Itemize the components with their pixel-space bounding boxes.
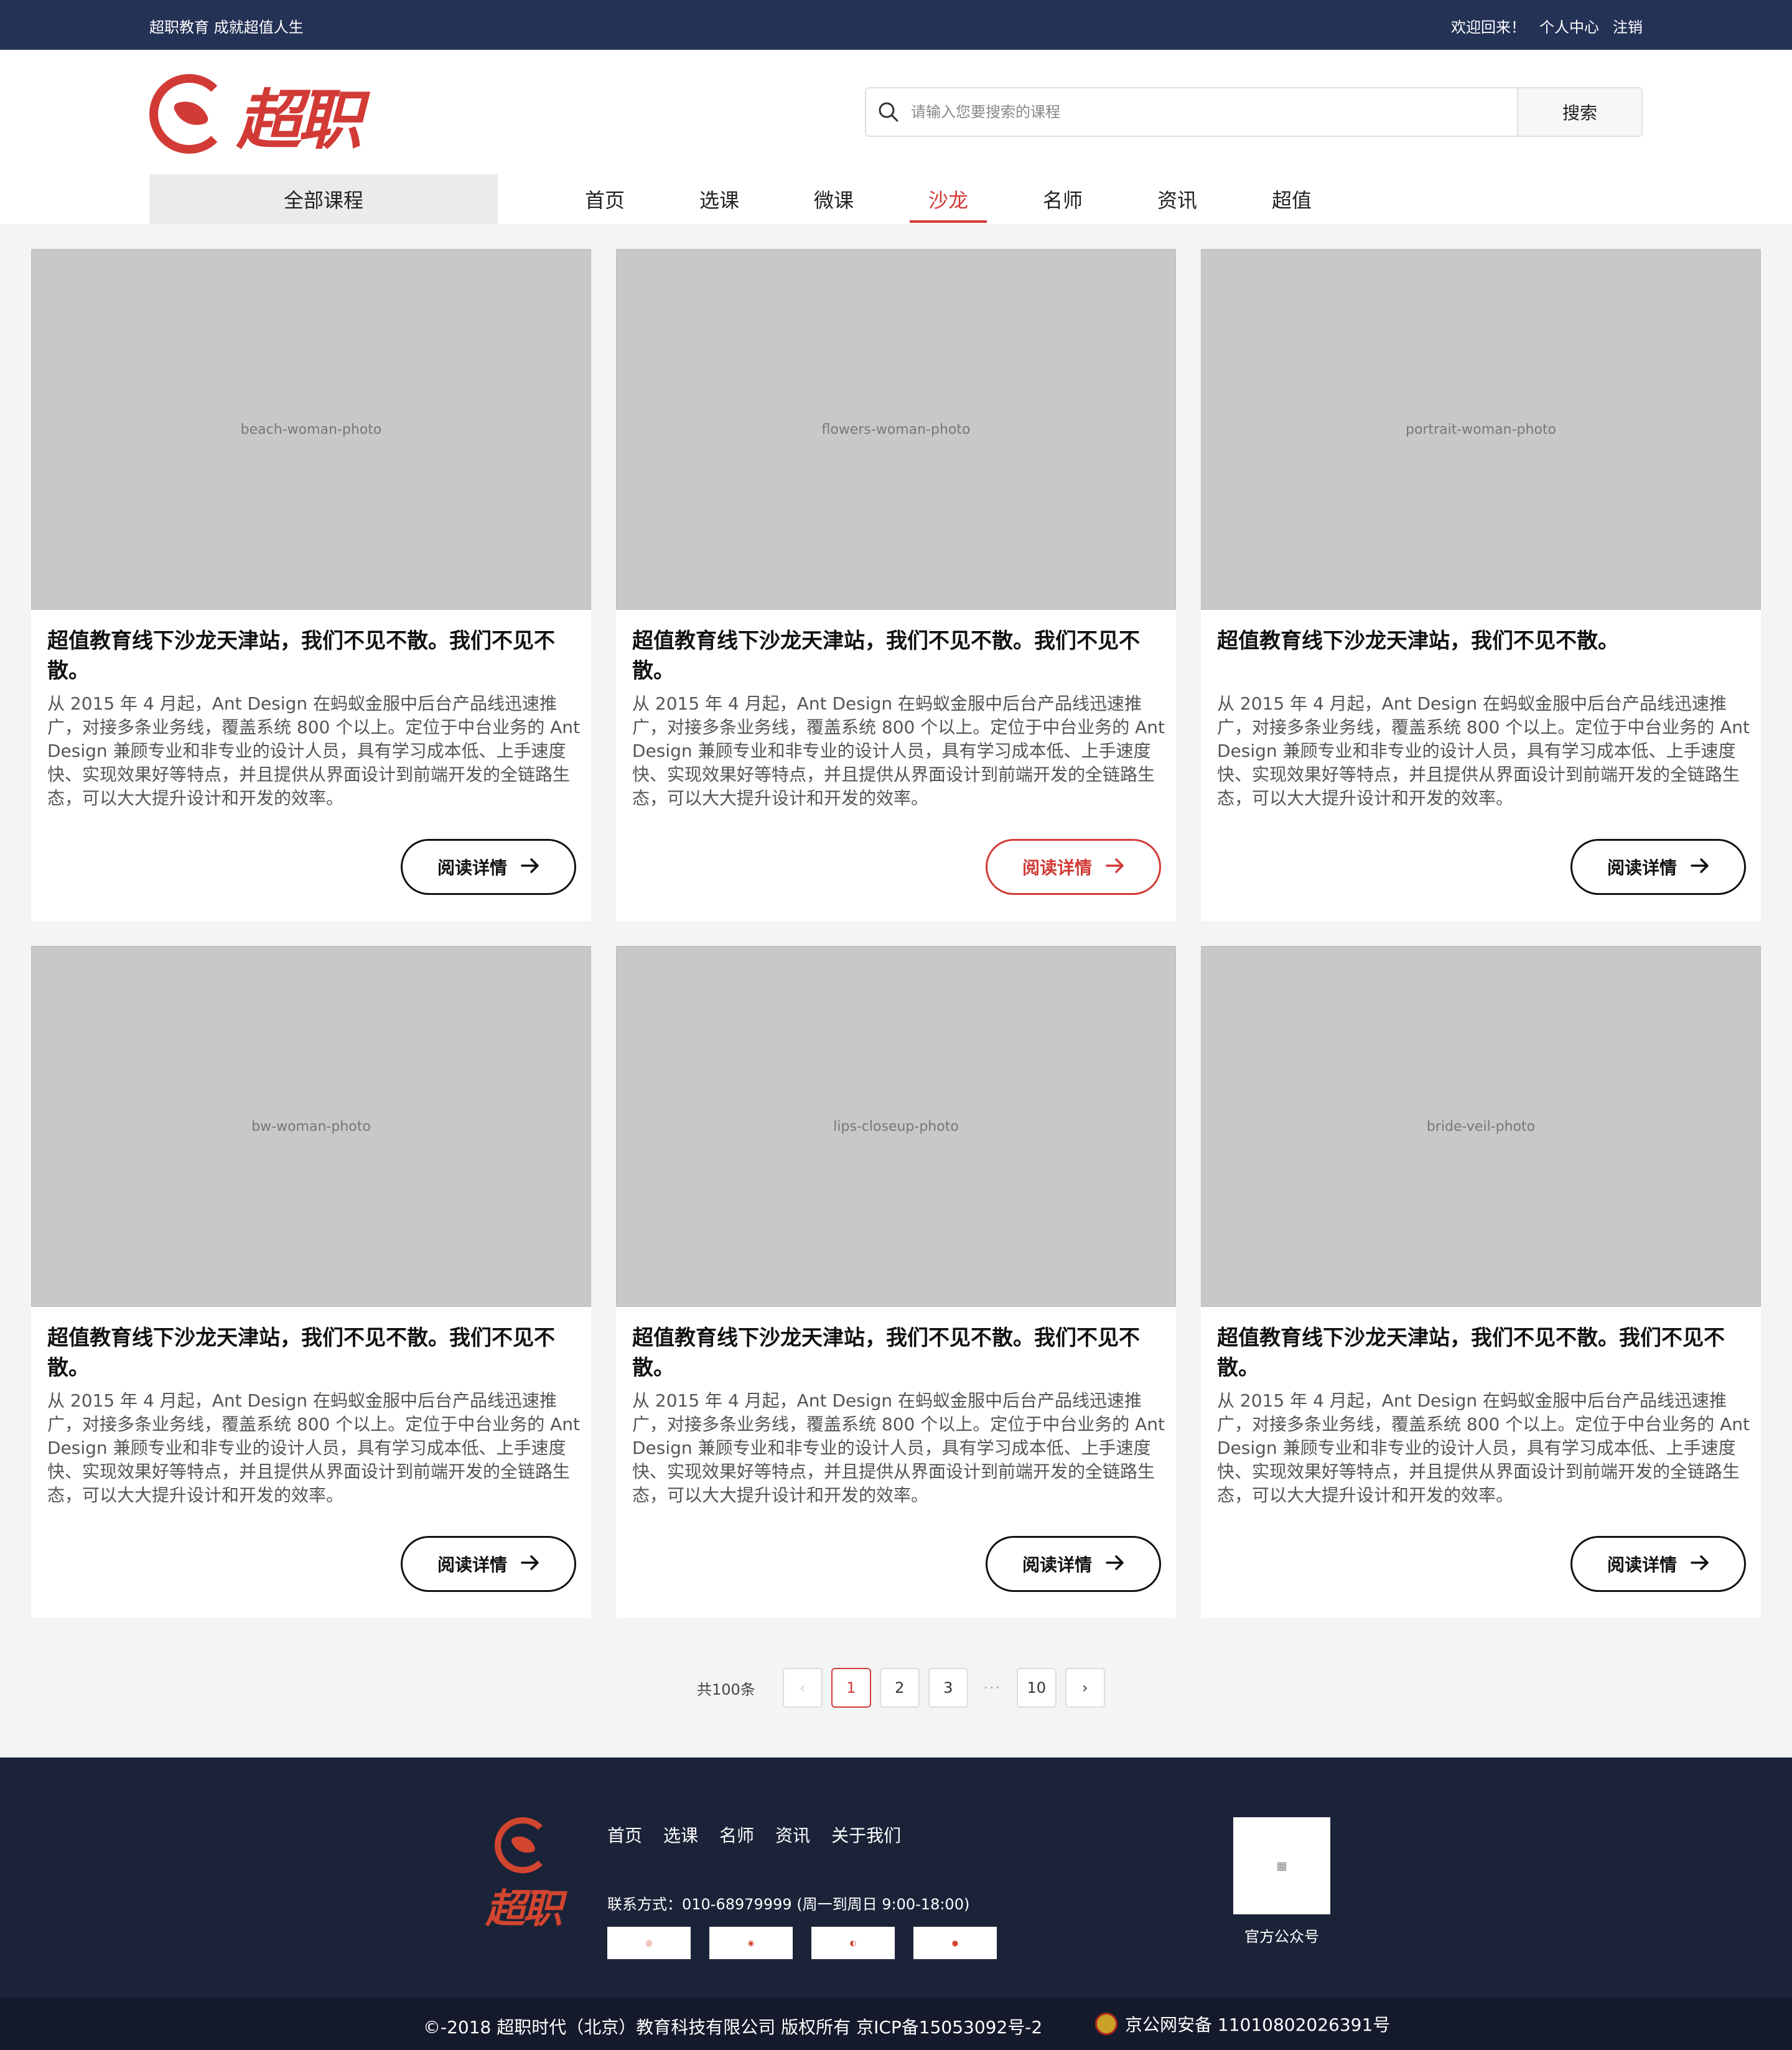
police-badge-icon (1095, 2013, 1118, 2035)
read-more-button[interactable]: 阅读详情 (986, 1536, 1161, 1592)
footer-nav: 首页 选课 名师 资讯 关于我们 (607, 1822, 901, 1847)
total-count: 共100条 (697, 1680, 755, 1698)
card-title: 超值教育线下沙龙天津站，我们不见不散。我们不见不散。 (632, 629, 1140, 683)
logo-text: 超职 (236, 82, 362, 158)
arrow-right-icon (1106, 1554, 1124, 1575)
chevron-right-icon: › (1082, 1679, 1088, 1697)
card-image: portrait-woman-photo (1201, 249, 1761, 610)
search-button[interactable]: 搜索 (1517, 88, 1641, 136)
nav-courses[interactable]: 选课 (662, 174, 777, 224)
footer-logo-icon (495, 1817, 551, 1873)
prev-page-button[interactable]: ‹ (782, 1668, 823, 1708)
card-title: 超值教育线下沙龙天津站，我们不见不散。我们不见不散。 (47, 629, 555, 683)
card-image: bride-veil-photo (1201, 946, 1761, 1307)
arrow-right-icon (1691, 1554, 1709, 1575)
footer-nav-about[interactable]: 关于我们 (831, 1822, 901, 1847)
salon-card[interactable]: bw-woman-photo 超值教育线下沙龙天津站，我们不见不散。我们不见不散… (31, 946, 591, 1618)
police-record-text: 京公网安备 11010802026391号 (1125, 2015, 1391, 2035)
card-description: 从 2015 年 4 月起，Ant Design 在蚂蚁金服中后台产品线迅速推广… (47, 1390, 581, 1505)
slogan: 超职教育 成就超值人生 (149, 19, 304, 36)
next-page-button[interactable]: › (1065, 1668, 1105, 1708)
footer-contact: 联系方式：010-68979999 (周一到周日 9:00-18:00) (607, 1896, 970, 1913)
certification-badge-icon[interactable]: ◎ (607, 1927, 691, 1959)
read-more-label: 阅读详情 (1607, 1555, 1677, 1575)
read-more-label: 阅读详情 (437, 858, 507, 878)
card-description: 从 2015 年 4 月起，Ant Design 在蚂蚁金服中后台产品线迅速推广… (632, 1390, 1165, 1505)
read-more-label: 阅读详情 (437, 1555, 507, 1575)
read-more-button[interactable]: 阅读详情 (401, 839, 576, 895)
footer-nav-news[interactable]: 资讯 (775, 1822, 810, 1847)
main-nav: 首页 选课 微课 沙龙 名师 资讯 超值 (548, 174, 1349, 224)
read-more-button[interactable]: 阅读详情 (1570, 839, 1746, 895)
footer-nav-courses[interactable]: 选课 (663, 1822, 698, 1847)
bottom-bar: ©-2018 超职时代（北京）教育科技有限公司 版权所有 京ICP备150530… (0, 1998, 1792, 2050)
salon-card[interactable]: portrait-woman-photo 超值教育线下沙龙天津站，我们不见不散。… (1201, 249, 1761, 921)
salon-card[interactable]: flowers-woman-photo 超值教育线下沙龙天津站，我们不见不散。我… (616, 249, 1176, 921)
search-bar: 搜索 (865, 87, 1643, 137)
card-description: 从 2015 年 4 月起，Ant Design 在蚂蚁金服中后台产品线迅速推广… (1217, 693, 1750, 808)
card-title: 超值教育线下沙龙天津站，我们不见不散。我们不见不散。 (1217, 1326, 1725, 1380)
card-image: beach-woman-photo (31, 249, 591, 610)
nav-value[interactable]: 超值 (1234, 174, 1349, 224)
top-bar: 超职教育 成就超值人生 欢迎回来！ 个人中心 注销 (0, 0, 1792, 50)
read-more-label: 阅读详情 (1022, 858, 1092, 878)
nav-salon[interactable]: 沙龙 (891, 174, 1006, 224)
card-description: 从 2015 年 4 月起，Ant Design 在蚂蚁金服中后台产品线迅速推广… (1217, 1390, 1750, 1505)
certification-badge-icon[interactable]: ◉ (709, 1927, 793, 1959)
header: 超职 搜索 全部课程 首页 选课 微课 沙龙 名师 资讯 超值 (0, 50, 1792, 224)
arrow-right-icon (521, 857, 539, 878)
certification-badges: ◎ ◉ ◐ ● (607, 1927, 997, 1959)
qr-code: ▦ (1233, 1817, 1330, 1914)
page-button-current[interactable]: 1 (831, 1668, 871, 1708)
card-title: 超值教育线下沙龙天津站，我们不见不散。我们不见不散。 (632, 1326, 1140, 1380)
read-more-button[interactable]: 阅读详情 (986, 839, 1161, 895)
card-image: flowers-woman-photo (616, 249, 1176, 610)
nav-news[interactable]: 资讯 (1120, 174, 1234, 224)
qr-label: 官方公众号 (1244, 1928, 1319, 1945)
salon-card[interactable]: lips-closeup-photo 超值教育线下沙龙天津站，我们不见不散。我们… (616, 946, 1176, 1618)
card-image: bw-woman-photo (31, 946, 591, 1307)
police-record[interactable]: 京公网安备 11010802026391号 (1095, 2011, 1390, 2036)
card-description: 从 2015 年 4 月起，Ant Design 在蚂蚁金服中后台产品线迅速推广… (47, 693, 581, 808)
search-icon (866, 88, 911, 136)
footer-logo-text: 超职 (485, 1886, 562, 1932)
copyright: ©-2018 超职时代（北京）教育科技有限公司 版权所有 京ICP备150530… (423, 2017, 1043, 2038)
pagination: 共100条 ‹ 1 2 3 ··· 10 › (697, 1668, 1105, 1708)
card-title: 超值教育线下沙龙天津站，我们不见不散。我们不见不散。 (47, 1326, 555, 1380)
page-button[interactable]: 10 (1016, 1668, 1057, 1708)
page-ellipsis[interactable]: ··· (977, 1679, 1008, 1697)
welcome-text: 欢迎回来！ (1451, 19, 1526, 36)
salon-card[interactable]: beach-woman-photo 超值教育线下沙龙天津站，我们不见不散。我们不… (31, 249, 591, 921)
read-more-button[interactable]: 阅读详情 (1570, 1536, 1746, 1592)
salon-card[interactable]: bride-veil-photo 超值教育线下沙龙天津站，我们不见不散。我们不见… (1201, 946, 1761, 1618)
read-more-button[interactable]: 阅读详情 (401, 1536, 576, 1592)
footer-nav-home[interactable]: 首页 (607, 1822, 642, 1847)
logout-link[interactable]: 注销 (1613, 15, 1643, 37)
footer: 超职 首页 选课 名师 资讯 关于我们 联系方式：010-68979999 (周… (0, 1757, 1792, 1998)
arrow-right-icon (1106, 857, 1124, 878)
footer-nav-teachers[interactable]: 名师 (719, 1822, 754, 1847)
read-more-label: 阅读详情 (1607, 858, 1677, 878)
logo-icon (149, 74, 229, 154)
search-input[interactable] (911, 88, 1517, 136)
arrow-right-icon (1691, 857, 1709, 878)
certification-badge-icon[interactable]: ● (913, 1927, 997, 1959)
card-title: 超值教育线下沙龙天津站，我们不见不散。 (1217, 629, 1619, 653)
page-button[interactable]: 2 (879, 1668, 920, 1708)
all-courses-button[interactable]: 全部课程 (149, 174, 498, 224)
nav-teachers[interactable]: 名师 (1006, 174, 1120, 224)
read-more-label: 阅读详情 (1022, 1555, 1092, 1575)
certification-badge-icon[interactable]: ◐ (811, 1927, 895, 1959)
card-image: lips-closeup-photo (616, 946, 1176, 1307)
user-links: 欢迎回来！ 个人中心 注销 (1451, 15, 1643, 37)
arrow-right-icon (521, 1554, 539, 1575)
logo[interactable]: 超职 (149, 67, 386, 161)
page-button[interactable]: 3 (928, 1668, 968, 1708)
nav-microcourses[interactable]: 微课 (777, 174, 891, 224)
footer-logo: 超职 (473, 1817, 572, 1935)
user-center-link[interactable]: 个人中心 (1539, 15, 1599, 37)
card-description: 从 2015 年 4 月起，Ant Design 在蚂蚁金服中后台产品线迅速推广… (632, 693, 1165, 808)
chevron-left-icon: ‹ (800, 1679, 806, 1697)
nav-home[interactable]: 首页 (548, 174, 662, 224)
